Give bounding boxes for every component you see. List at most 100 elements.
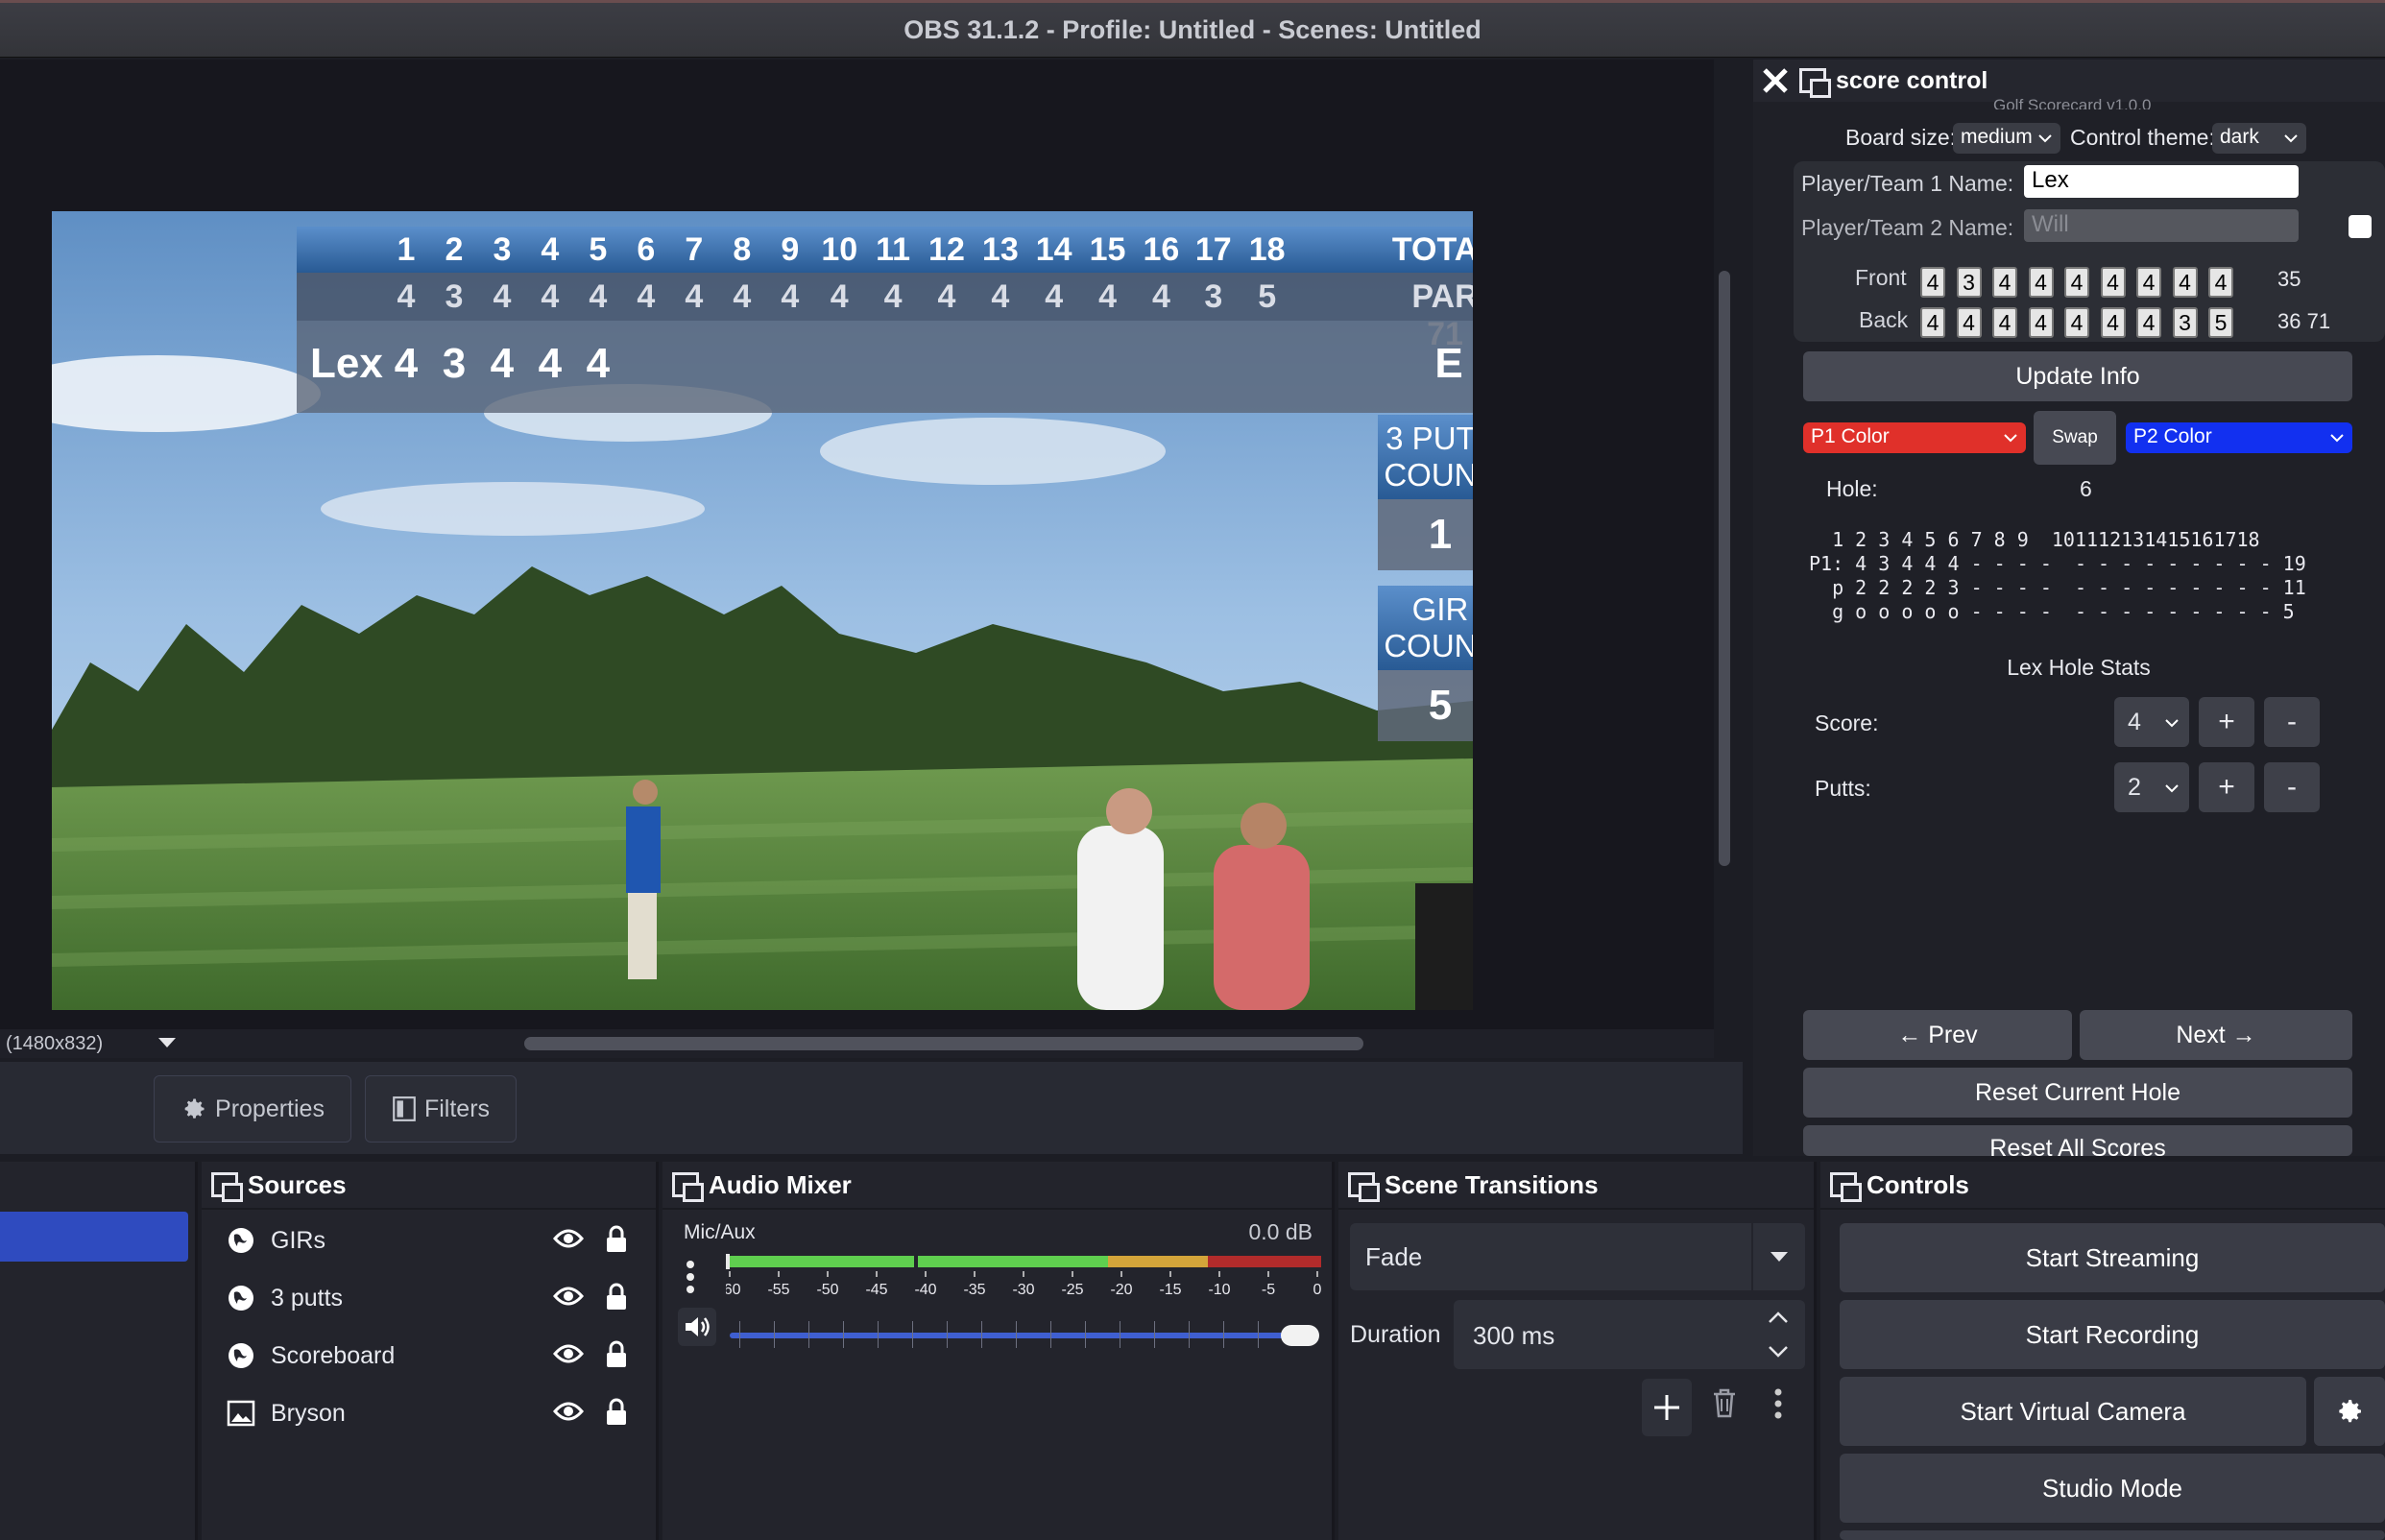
prev-hole-button[interactable]: ← Prev <box>1803 1010 2072 1060</box>
hole-number: 16 <box>1143 231 1180 268</box>
lock-icon[interactable] <box>605 1340 628 1369</box>
browser-icon <box>229 1343 253 1368</box>
close-icon[interactable] <box>1761 66 1790 95</box>
hole-number: 11 <box>876 231 911 268</box>
preview-vscrollbar[interactable] <box>1719 271 1730 866</box>
par-input[interactable]: 3 <box>1956 267 1982 298</box>
front-total: 35 <box>2277 267 2301 291</box>
meter-tick-label: -50 <box>816 1282 838 1298</box>
studio-mode-button[interactable]: Studio Mode <box>1840 1454 2385 1523</box>
add-transition-button[interactable] <box>1642 1379 1692 1436</box>
virtual-camera-settings-button[interactable] <box>2314 1377 2385 1446</box>
volume-tick <box>1189 1321 1190 1348</box>
board-size-select[interactable]: medium <box>1953 123 2060 154</box>
par-input[interactable]: 4 <box>2028 307 2054 338</box>
par-input[interactable]: 4 <box>1992 267 2017 298</box>
source-item[interactable]: Bryson <box>202 1384 653 1442</box>
lock-icon[interactable] <box>605 1225 628 1254</box>
meter-tick-label: -40 <box>914 1282 936 1298</box>
duration-input[interactable]: 300 ms <box>1454 1300 1805 1369</box>
par-input[interactable]: 4 <box>2172 267 2198 298</box>
to-par: E <box>1434 340 1463 387</box>
score-plus-button[interactable]: + <box>2199 697 2254 747</box>
filters-button[interactable]: Filters <box>365 1075 517 1143</box>
eye-icon[interactable] <box>553 1342 584 1365</box>
par-input[interactable]: 4 <box>1992 307 2017 338</box>
start-recording-button[interactable]: Start Recording <box>1840 1300 2385 1369</box>
eye-icon[interactable] <box>553 1285 584 1308</box>
theme-select[interactable]: dark <box>2212 123 2306 154</box>
scoreboard-par-row: 434444444444444435PAR 71 <box>297 273 1473 352</box>
p1-color-select[interactable]: P1 Color <box>1803 422 2026 453</box>
lock-icon[interactable] <box>605 1398 628 1427</box>
settings-button-partial[interactable] <box>1840 1530 2385 1540</box>
meter-tick-label: -35 <box>963 1282 985 1298</box>
hole-number: 7 <box>685 231 704 268</box>
gir-count-header: GIR COUNT <box>1378 586 1473 670</box>
swap-button[interactable]: Swap <box>2034 411 2116 465</box>
source-item[interactable]: 3 putts <box>202 1269 653 1327</box>
program-preview[interactable]: 123456789101112131415161718TOTAL 4344444… <box>52 211 1473 1010</box>
lock-icon[interactable] <box>605 1283 628 1311</box>
eye-icon[interactable] <box>553 1227 584 1250</box>
par-input[interactable]: 4 <box>2136 267 2161 298</box>
hole-par: 4 <box>991 278 1010 315</box>
p2-color-select[interactable]: P2 Color <box>2126 422 2352 453</box>
meter-tick-label: -60 <box>726 1282 741 1298</box>
par-input[interactable]: 4 <box>1956 307 1982 338</box>
preview-hscrollbar[interactable] <box>524 1037 1363 1050</box>
reset-current-hole-button[interactable]: Reset Current Hole <box>1803 1068 2352 1118</box>
p2-name-input[interactable]: Will <box>2024 209 2299 242</box>
source-item[interactable]: GIRs <box>202 1212 653 1269</box>
start-virtual-camera-button[interactable]: Start Virtual Camera <box>1840 1377 2306 1446</box>
audio-mixer-header: Audio Mixer <box>662 1162 1332 1210</box>
browser-icon <box>229 1286 253 1311</box>
transition-select[interactable]: Fade <box>1350 1223 1805 1290</box>
next-hole-button[interactable]: Next → <box>2080 1010 2352 1060</box>
plus-icon <box>1654 1395 1679 1420</box>
score-select[interactable]: 4 <box>2114 697 2189 747</box>
properties-button[interactable]: Properties <box>154 1075 351 1143</box>
chevron-up-icon[interactable] <box>1767 1310 1790 1325</box>
score-minus-button[interactable]: - <box>2264 697 2320 747</box>
par-input[interactable]: 5 <box>2208 307 2233 338</box>
reset-all-scores-button[interactable]: Reset All Scores <box>1803 1125 2352 1156</box>
par-input[interactable]: 4 <box>1920 307 1945 338</box>
player-info-card: Player/Team 1 Name: Lex Player/Team 2 Na… <box>1794 161 2385 342</box>
start-streaming-button[interactable]: Start Streaming <box>1840 1223 2385 1292</box>
p1-color-label: P1 Color <box>1811 425 1890 447</box>
par-input[interactable]: 4 <box>1920 267 1945 298</box>
volume-slider-handle[interactable] <box>1281 1325 1319 1346</box>
mixer-menu-icon[interactable] <box>684 1258 697 1296</box>
p2-enable-checkbox[interactable] <box>2349 215 2372 238</box>
total-label: TOTAL <box>1391 231 1473 268</box>
controls-panel: Controls Start Streaming Start Recording… <box>1820 1162 2385 1540</box>
update-info-button[interactable]: Update Info <box>1803 351 2352 401</box>
preview-area[interactable]: 123456789101112131415161718TOTAL 4344444… <box>0 60 1730 1029</box>
par-input[interactable]: 4 <box>2136 307 2161 338</box>
hole-par: 4 <box>493 278 512 315</box>
hole-par: 4 <box>937 278 956 315</box>
scoreboard-overlay: 123456789101112131415161718TOTAL 4344444… <box>297 227 1473 413</box>
putts-plus-button[interactable]: + <box>2199 762 2254 812</box>
hole-number: 1 <box>397 231 416 268</box>
par-input[interactable]: 4 <box>2064 307 2089 338</box>
p1-name-label: Player/Team 1 Name: <box>1801 171 2014 196</box>
par-input[interactable]: 4 <box>2100 307 2126 338</box>
trash-icon[interactable] <box>1711 1386 1738 1419</box>
putts-select[interactable]: 2 <box>2114 762 2189 812</box>
par-input[interactable]: 4 <box>2064 267 2089 298</box>
eye-icon[interactable] <box>553 1400 584 1423</box>
par-input[interactable]: 4 <box>2100 267 2126 298</box>
chevron-down-icon[interactable] <box>1767 1344 1790 1360</box>
more-icon[interactable] <box>1772 1386 1784 1421</box>
mute-button[interactable] <box>678 1308 716 1346</box>
par-input[interactable]: 4 <box>2028 267 2054 298</box>
source-item[interactable]: Scoreboard <box>202 1327 653 1384</box>
par-input[interactable]: 3 <box>2172 307 2198 338</box>
chevron-down-icon[interactable] <box>158 1038 176 1047</box>
selected-scene[interactable] <box>0 1212 188 1262</box>
p1-name-input[interactable]: Lex <box>2024 165 2299 198</box>
putts-minus-button[interactable]: - <box>2264 762 2320 812</box>
par-input[interactable]: 4 <box>2208 267 2233 298</box>
